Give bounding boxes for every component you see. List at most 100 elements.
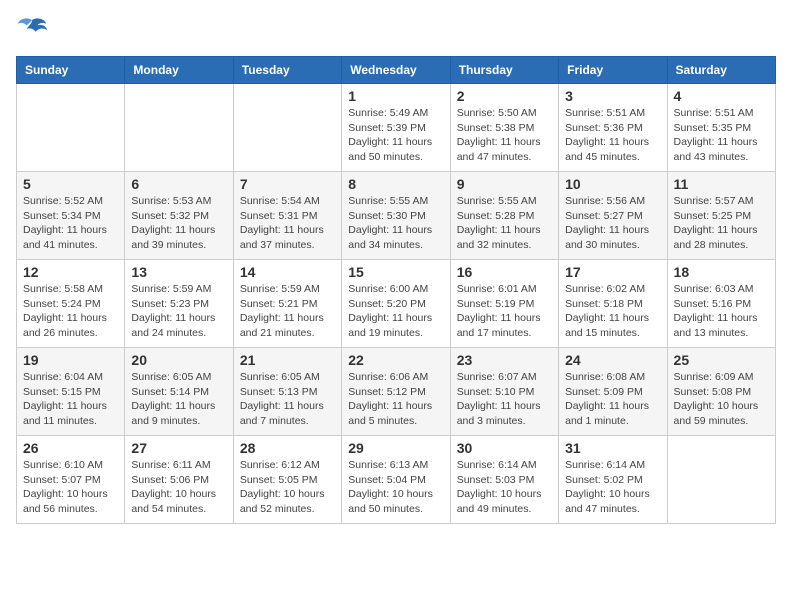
day-info: Sunrise: 5:51 AMSunset: 5:36 PMDaylight:…	[565, 106, 660, 165]
day-number: 22	[348, 352, 443, 368]
calendar-cell: 7Sunrise: 5:54 AMSunset: 5:31 PMDaylight…	[233, 172, 341, 260]
day-info: Sunrise: 6:10 AMSunset: 5:07 PMDaylight:…	[23, 458, 118, 517]
calendar-cell: 14Sunrise: 5:59 AMSunset: 5:21 PMDayligh…	[233, 260, 341, 348]
day-number: 10	[565, 176, 660, 192]
day-info: Sunrise: 6:08 AMSunset: 5:09 PMDaylight:…	[565, 370, 660, 429]
day-info: Sunrise: 6:13 AMSunset: 5:04 PMDaylight:…	[348, 458, 443, 517]
day-info: Sunrise: 6:04 AMSunset: 5:15 PMDaylight:…	[23, 370, 118, 429]
weekday-header: Tuesday	[233, 57, 341, 84]
day-number: 27	[131, 440, 226, 456]
calendar-cell: 6 Sunrise: 5:53 AMSunset: 5:32 PMDaylight…	[125, 172, 233, 260]
calendar-cell: 30 Sunrise: 6:14 AMSunset: 5:03 PMDayligh…	[450, 436, 558, 524]
day-number: 4	[674, 88, 769, 104]
weekday-header: Sunday	[17, 57, 125, 84]
day-info: Sunrise: 6:14 AMSunset: 5:03 PMDaylight:…	[457, 458, 552, 517]
day-info: Sunrise: 6:11 AMSunset: 5:06 PMDaylight:…	[131, 458, 226, 517]
day-number: 8	[348, 176, 443, 192]
day-number: 15	[348, 264, 443, 280]
day-number: 3	[565, 88, 660, 104]
day-number: 13	[131, 264, 226, 280]
calendar-week-row: 1 Sunrise: 5:49 AMSunset: 5:39 PMDaylight…	[17, 84, 776, 172]
day-info: Sunrise: 6:05 AMSunset: 5:13 PMDaylight:…	[240, 370, 335, 429]
day-info: Sunrise: 6:09 AMSunset: 5:08 PMDaylight:…	[674, 370, 769, 429]
day-number: 20	[131, 352, 226, 368]
calendar-cell: 9 Sunrise: 5:55 AMSunset: 5:28 PMDaylight…	[450, 172, 558, 260]
day-number: 19	[23, 352, 118, 368]
day-info: Sunrise: 5:55 AMSunset: 5:28 PMDaylight:…	[457, 194, 552, 253]
day-info: Sunrise: 6:12 AMSunset: 5:05 PMDaylight:…	[240, 458, 335, 517]
weekday-header: Saturday	[667, 57, 775, 84]
calendar-week-row: 26 Sunrise: 6:10 AMSunset: 5:07 PMDayligh…	[17, 436, 776, 524]
calendar-cell: 12 Sunrise: 5:58 AMSunset: 5:24 PMDayligh…	[17, 260, 125, 348]
day-number: 11	[674, 176, 769, 192]
calendar-table: SundayMondayTuesdayWednesdayThursdayFrid…	[16, 56, 776, 524]
day-number: 18	[674, 264, 769, 280]
calendar-header-row: SundayMondayTuesdayWednesdayThursdayFrid…	[17, 57, 776, 84]
calendar-cell	[17, 84, 125, 172]
day-number: 28	[240, 440, 335, 456]
day-info: Sunrise: 5:54 AMSunset: 5:31 PMDaylight:…	[240, 194, 335, 253]
day-info: Sunrise: 6:14 AMSunset: 5:02 PMDaylight:…	[565, 458, 660, 517]
calendar-cell: 27 Sunrise: 6:11 AMSunset: 5:06 PMDayligh…	[125, 436, 233, 524]
day-info: Sunrise: 5:59 AMSunset: 5:23 PMDaylight:…	[131, 282, 226, 341]
day-number: 1	[348, 88, 443, 104]
calendar-cell: 31 Sunrise: 6:14 AMSunset: 5:02 PMDayligh…	[559, 436, 667, 524]
day-info: Sunrise: 5:56 AMSunset: 5:27 PMDaylight:…	[565, 194, 660, 253]
logo-icon	[16, 16, 48, 44]
day-info: Sunrise: 5:50 AMSunset: 5:38 PMDaylight:…	[457, 106, 552, 165]
calendar-week-row: 19 Sunrise: 6:04 AMSunset: 5:15 PMDayligh…	[17, 348, 776, 436]
day-number: 17	[565, 264, 660, 280]
day-number: 12	[23, 264, 118, 280]
day-number: 30	[457, 440, 552, 456]
day-number: 5	[23, 176, 118, 192]
calendar-cell: 13 Sunrise: 5:59 AMSunset: 5:23 PMDayligh…	[125, 260, 233, 348]
day-number: 16	[457, 264, 552, 280]
calendar-cell: 1 Sunrise: 5:49 AMSunset: 5:39 PMDaylight…	[342, 84, 450, 172]
calendar-cell: 29Sunrise: 6:13 AMSunset: 5:04 PMDayligh…	[342, 436, 450, 524]
day-info: Sunrise: 6:01 AMSunset: 5:19 PMDaylight:…	[457, 282, 552, 341]
day-info: Sunrise: 5:59 AMSunset: 5:21 PMDaylight:…	[240, 282, 335, 341]
calendar-cell: 3 Sunrise: 5:51 AMSunset: 5:36 PMDaylight…	[559, 84, 667, 172]
day-number: 26	[23, 440, 118, 456]
day-info: Sunrise: 5:52 AMSunset: 5:34 PMDaylight:…	[23, 194, 118, 253]
day-number: 24	[565, 352, 660, 368]
calendar-cell: 18 Sunrise: 6:03 AMSunset: 5:16 PMDayligh…	[667, 260, 775, 348]
day-number: 31	[565, 440, 660, 456]
day-number: 25	[674, 352, 769, 368]
calendar-cell: 2 Sunrise: 5:50 AMSunset: 5:38 PMDaylight…	[450, 84, 558, 172]
day-info: Sunrise: 6:06 AMSunset: 5:12 PMDaylight:…	[348, 370, 443, 429]
day-number: 23	[457, 352, 552, 368]
calendar-week-row: 5 Sunrise: 5:52 AMSunset: 5:34 PMDaylight…	[17, 172, 776, 260]
calendar-cell: 21 Sunrise: 6:05 AMSunset: 5:13 PMDayligh…	[233, 348, 341, 436]
day-info: Sunrise: 6:07 AMSunset: 5:10 PMDaylight:…	[457, 370, 552, 429]
calendar-cell: 8Sunrise: 5:55 AMSunset: 5:30 PMDaylight…	[342, 172, 450, 260]
day-number: 9	[457, 176, 552, 192]
day-info: Sunrise: 5:58 AMSunset: 5:24 PMDaylight:…	[23, 282, 118, 341]
weekday-header: Wednesday	[342, 57, 450, 84]
calendar-cell: 15 Sunrise: 6:00 AMSunset: 5:20 PMDayligh…	[342, 260, 450, 348]
day-info: Sunrise: 6:00 AMSunset: 5:20 PMDaylight:…	[348, 282, 443, 341]
calendar-cell: 26 Sunrise: 6:10 AMSunset: 5:07 PMDayligh…	[17, 436, 125, 524]
calendar-cell: 19 Sunrise: 6:04 AMSunset: 5:15 PMDayligh…	[17, 348, 125, 436]
calendar-cell: 4 Sunrise: 5:51 AMSunset: 5:35 PMDaylight…	[667, 84, 775, 172]
calendar-cell: 20 Sunrise: 6:05 AMSunset: 5:14 PMDayligh…	[125, 348, 233, 436]
calendar-cell: 22 Sunrise: 6:06 AMSunset: 5:12 PMDayligh…	[342, 348, 450, 436]
day-info: Sunrise: 5:49 AMSunset: 5:39 PMDaylight:…	[348, 106, 443, 165]
day-number: 2	[457, 88, 552, 104]
calendar-cell: 23 Sunrise: 6:07 AMSunset: 5:10 PMDayligh…	[450, 348, 558, 436]
calendar-cell: 25 Sunrise: 6:09 AMSunset: 5:08 PMDayligh…	[667, 348, 775, 436]
calendar-cell: 28 Sunrise: 6:12 AMSunset: 5:05 PMDayligh…	[233, 436, 341, 524]
day-info: Sunrise: 6:02 AMSunset: 5:18 PMDaylight:…	[565, 282, 660, 341]
day-info: Sunrise: 6:05 AMSunset: 5:14 PMDaylight:…	[131, 370, 226, 429]
day-number: 21	[240, 352, 335, 368]
calendar-cell: 16 Sunrise: 6:01 AMSunset: 5:19 PMDayligh…	[450, 260, 558, 348]
logo	[16, 16, 52, 44]
day-info: Sunrise: 5:51 AMSunset: 5:35 PMDaylight:…	[674, 106, 769, 165]
weekday-header: Friday	[559, 57, 667, 84]
day-number: 6	[131, 176, 226, 192]
calendar-week-row: 12 Sunrise: 5:58 AMSunset: 5:24 PMDayligh…	[17, 260, 776, 348]
calendar-cell	[233, 84, 341, 172]
day-info: Sunrise: 5:53 AMSunset: 5:32 PMDaylight:…	[131, 194, 226, 253]
day-info: Sunrise: 6:03 AMSunset: 5:16 PMDaylight:…	[674, 282, 769, 341]
calendar-cell	[125, 84, 233, 172]
